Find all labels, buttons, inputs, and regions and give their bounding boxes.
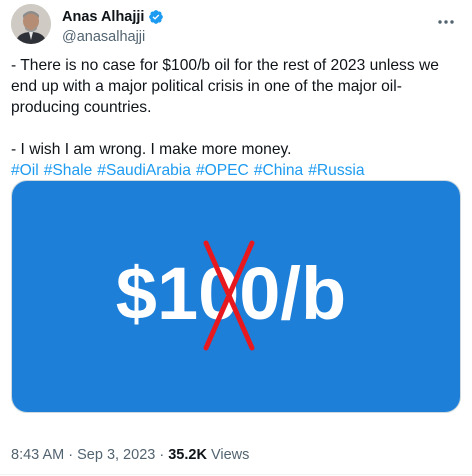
hashtag-list: #Oil #Shale #SaudiArabia #OPEC #China #R… — [11, 160, 463, 181]
hashtag-link[interactable]: #China — [254, 160, 303, 181]
divider — [0, 474, 472, 475]
tweet-paragraph-1: - There is no case for $100/b oil for th… — [11, 57, 439, 116]
hashtag-link[interactable]: #SaudiArabia — [97, 160, 191, 181]
more-options-icon[interactable] — [436, 12, 456, 32]
meta-separator: · — [68, 447, 74, 463]
meta-separator: · — [159, 447, 165, 463]
author-header: Anas Alhajji @anasalhajji — [62, 8, 164, 46]
views-count: 35.2K — [168, 447, 207, 463]
handle[interactable]: @anasalhajji — [62, 28, 164, 46]
tweet: Anas Alhajji @anasalhajji - There is no … — [0, 0, 472, 476]
tweet-text: - There is no case for $100/b oil for th… — [11, 55, 463, 181]
avatar[interactable] — [11, 4, 51, 44]
tweet-paragraph-2: - I wish I am wrong. I make more money. — [11, 141, 292, 158]
tweet-meta: 8:43 AM · Sep 3, 2023 · 35.2K Views — [11, 447, 249, 463]
tweet-date[interactable]: Sep 3, 2023 — [77, 447, 155, 463]
hashtag-link[interactable]: #Russia — [308, 160, 364, 181]
hashtag-link[interactable]: #Shale — [44, 160, 93, 181]
hashtag-link[interactable]: #Oil — [11, 160, 39, 181]
hashtag-link[interactable]: #OPEC — [196, 160, 249, 181]
display-name[interactable]: Anas Alhajji — [62, 8, 144, 26]
tweet-media-image[interactable]: $100/b — [11, 180, 461, 413]
avatar-image — [11, 4, 51, 44]
views-label: Views — [210, 447, 250, 463]
tweet-time[interactable]: 8:43 AM — [11, 447, 64, 463]
display-name-row: Anas Alhajji — [62, 8, 164, 26]
verified-badge-icon — [148, 9, 164, 25]
